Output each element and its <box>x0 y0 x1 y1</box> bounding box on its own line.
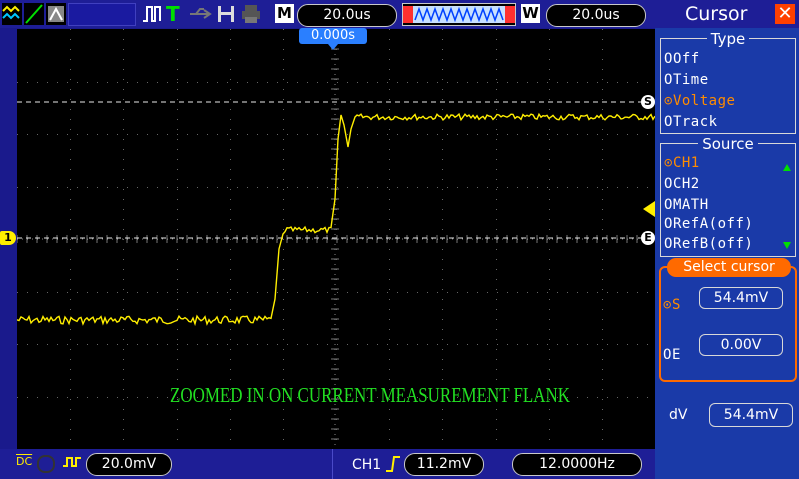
save-icon[interactable] <box>216 3 236 25</box>
annotation-text: ZOOMED IN ON CURRENT MEASUREMENT FLANK <box>170 383 570 407</box>
auto-measure-icon[interactable] <box>2 3 22 25</box>
window-timebase-readout[interactable]: 20.0us <box>546 4 646 27</box>
source-option-math[interactable]: OMATH <box>664 197 709 213</box>
pulse-icon <box>142 3 162 25</box>
source-option-ch2[interactable]: OCH2 <box>664 176 700 192</box>
source-group: Source ⊙CH1 OCH2 OMATH ORefA(off) ORefB(… <box>660 135 796 257</box>
dv-value: 54.4mV <box>709 403 793 427</box>
type-option-track[interactable]: OTrack <box>664 114 718 130</box>
type-option-voltage[interactable]: ⊙Voltage <box>664 93 735 109</box>
cursor-e-value[interactable]: 0.00V <box>699 334 783 356</box>
ramp-icon[interactable] <box>24 3 44 25</box>
top-toolbar: T M 20.0us W 20.0us <box>0 0 655 28</box>
dc-coupling-icon[interactable]: DC <box>16 455 32 468</box>
close-icon[interactable]: ✕ <box>775 4 795 24</box>
usb-icon <box>188 3 212 25</box>
trigger-position-arrow <box>328 44 338 50</box>
source-option-refb[interactable]: ORefB(off) <box>664 236 753 252</box>
cursor-s-value[interactable]: 54.4mV <box>699 287 783 309</box>
cursor-menu-title: Cursor <box>685 3 748 25</box>
persist-icon[interactable] <box>46 3 66 25</box>
cursor-s-select[interactable]: ⊙S <box>663 297 681 313</box>
type-group-label: Type <box>706 30 750 48</box>
cursor-e-select[interactable]: OE <box>663 347 681 363</box>
trigger-source-label: CH1 <box>352 457 382 473</box>
trigger-position-marker[interactable]: 0.000s <box>299 28 367 44</box>
source-option-ch1[interactable]: ⊙CH1 <box>664 155 700 171</box>
volts-div-readout[interactable]: 20.0mV <box>86 453 172 476</box>
cursor-e-tag[interactable]: E <box>641 231 655 245</box>
timebase-readout[interactable]: 20.0us <box>297 4 397 27</box>
main-timebase-tag: M <box>275 4 294 23</box>
waveform-display[interactable]: ZOOMED IN ON CURRENT MEASUREMENT FLANK 0… <box>16 28 656 449</box>
type-option-time[interactable]: OTime <box>664 72 709 88</box>
scroll-down-icon[interactable] <box>783 242 791 249</box>
scroll-up-icon[interactable] <box>783 164 791 171</box>
source-group-label: Source <box>698 135 758 153</box>
select-cursor-group: Select cursor ⊙S 54.4mV OE 0.00V <box>659 258 797 382</box>
cursor-s-tag[interactable]: S <box>641 95 655 109</box>
trigger-level-arrow[interactable] <box>643 201 655 217</box>
window-preview[interactable] <box>402 3 516 26</box>
source-option-refa[interactable]: ORefA(off) <box>664 216 753 232</box>
cursor-menu-panel: Cursor ✕ Type OOff OTime ⊙Voltage OTrack… <box>655 0 799 479</box>
select-cursor-label: Select cursor <box>667 258 791 277</box>
bottom-status-bar: DC 20.0mV CH1 11.2mV 12.0000Hz <box>0 449 655 479</box>
cursor-menu-header: Cursor ✕ <box>655 0 799 28</box>
frequency-readout: 12.0000Hz <box>512 453 642 476</box>
trigger-mode-icon: T <box>166 2 180 26</box>
trigger-level-readout[interactable]: 11.2mV <box>404 453 484 476</box>
ch1-ground-marker[interactable]: 1 <box>0 231 16 245</box>
rising-edge-icon <box>385 455 401 477</box>
probe-icon <box>62 454 82 476</box>
display-mode-box[interactable] <box>68 3 136 26</box>
window-timebase-tag: W <box>521 4 540 23</box>
waveform-svg: ZOOMED IN ON CURRENT MEASUREMENT FLANK <box>16 28 656 449</box>
type-option-off[interactable]: OOff <box>664 51 700 67</box>
bandwidth-limit-icon <box>37 455 55 473</box>
type-group: Type OOff OTime ⊙Voltage OTrack <box>660 30 796 134</box>
dv-label: dV <box>669 407 688 423</box>
printer-icon[interactable] <box>240 3 262 25</box>
separator-1 <box>332 449 333 479</box>
